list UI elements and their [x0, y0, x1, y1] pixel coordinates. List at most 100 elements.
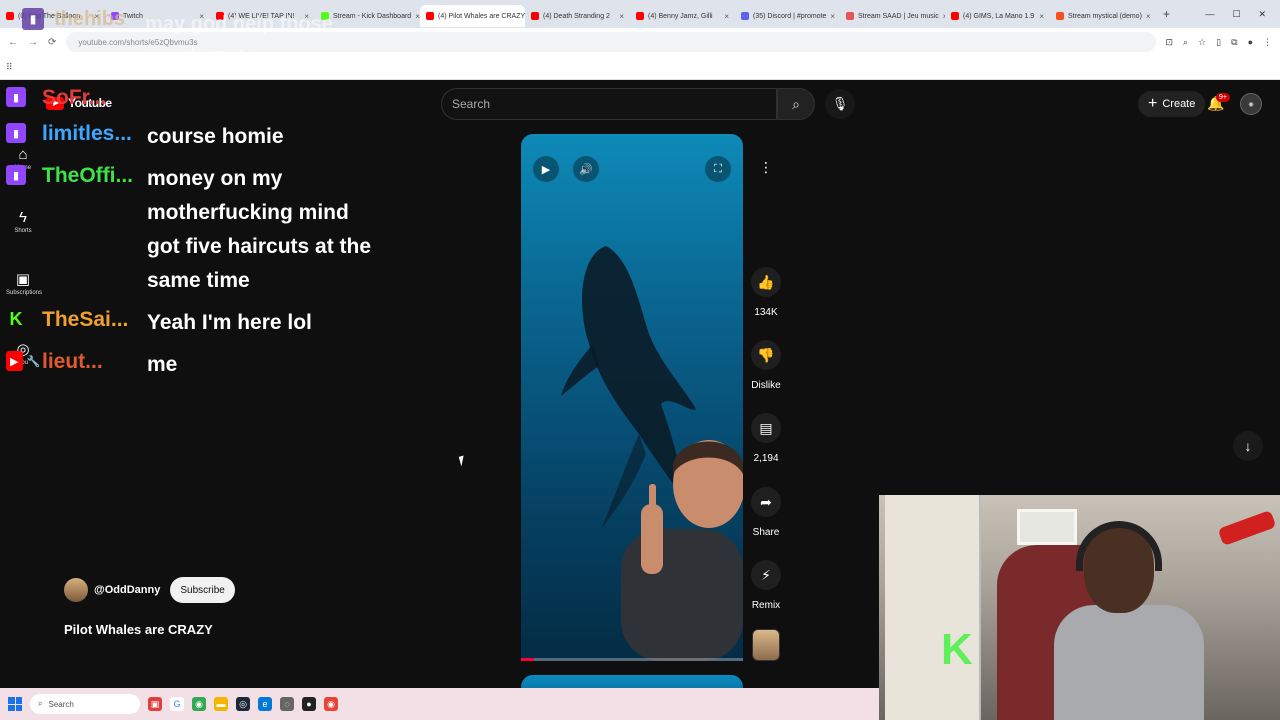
- twitch-badge-icon: ▮: [22, 8, 44, 30]
- account-avatar[interactable]: ◉: [1240, 93, 1262, 115]
- chat-text: Yeah I'm here lol: [147, 311, 312, 334]
- notification-count-badge: 9+: [1216, 93, 1230, 102]
- whale-illustration: [561, 246, 743, 661]
- webcam-feed: K: [879, 495, 1280, 720]
- chat-text: me: [147, 353, 178, 376]
- subscribe-button[interactable]: Subscribe: [170, 577, 235, 603]
- tab-label: (35) Discord | #promote: [753, 12, 827, 20]
- search-icon: ⌕: [38, 699, 43, 708]
- back-icon[interactable]: ←: [8, 37, 18, 48]
- edge-icon[interactable]: e: [258, 697, 272, 711]
- browser-tab[interactable]: (35) Discord | #promote ×: [735, 5, 840, 27]
- app-icon-gray[interactable]: ◌: [280, 697, 294, 711]
- chat-username: TheOffi...: [42, 164, 133, 187]
- remix-icon: ⚡: [751, 560, 781, 590]
- streamer: [1054, 521, 1204, 720]
- browser-tab[interactable]: (4) GIMS, La Mano 1.9 ×: [945, 5, 1050, 27]
- taskbar-search[interactable]: ⌕ Search: [30, 694, 140, 714]
- share-arrow-icon: ➦: [751, 487, 781, 517]
- comments-button[interactable]: ▤ 2,194: [751, 413, 781, 464]
- chat-text: course homie: [147, 125, 284, 148]
- chat-message: ▮ SoFr...: [6, 84, 386, 112]
- sidepanel-icon[interactable]: ▯: [1216, 37, 1221, 48]
- twitch-badge-icon: ▮: [6, 165, 26, 185]
- kick-logo-icon: K: [941, 625, 973, 674]
- microphone-arm: [1217, 509, 1277, 547]
- short-video-player[interactable]: ▶ 🔊 ⛶: [521, 134, 743, 661]
- window-controls: — ☐ ✕: [1205, 9, 1280, 20]
- profile-icon[interactable]: ●: [1248, 37, 1253, 48]
- tab-favicon-icon: [6, 12, 14, 20]
- new-tab-button[interactable]: +: [1155, 7, 1178, 21]
- overlay-message: may god help those psychopats: [145, 13, 333, 67]
- tab-close-icon[interactable]: ×: [1146, 12, 1151, 21]
- browser-tab[interactable]: (4) Pilot Whales are CRAZY×: [420, 5, 525, 27]
- chat-username: limitles...: [42, 122, 132, 145]
- steam-icon[interactable]: ◎: [236, 697, 250, 711]
- create-button[interactable]: + Create: [1138, 91, 1206, 117]
- overlay-top-message: ▮ thehibs may god help those psychopats: [22, 8, 365, 72]
- chrome-active-icon[interactable]: ◉: [324, 697, 338, 711]
- browser-tab[interactable]: Stream mystical (demo) ×: [1050, 5, 1155, 27]
- tab-label: Stream mystical (demo): [1068, 12, 1142, 20]
- play-button[interactable]: ▶: [533, 156, 559, 182]
- dislike-button[interactable]: 👎 Dislike: [751, 340, 781, 391]
- chat-username: lieut...: [42, 350, 103, 373]
- obs-icon[interactable]: ●: [302, 697, 316, 711]
- search-icon: ⌕: [792, 95, 800, 112]
- windows-taskbar: ⌕ Search ▣ G ◉ ▬ ◎ e ◌ ● ◉: [0, 688, 879, 720]
- google-icon[interactable]: G: [170, 697, 184, 711]
- search-button[interactable]: ⌕: [777, 88, 815, 120]
- search-input[interactable]: Search: [441, 88, 777, 120]
- sound-avatar[interactable]: [752, 629, 780, 661]
- video-title: Pilot Whales are CRAZY: [64, 622, 213, 637]
- plus-icon: +: [1148, 95, 1158, 112]
- menu-kebab-icon[interactable]: ⋮: [1263, 37, 1272, 48]
- wrench-badge-icon: 🔧: [26, 355, 41, 368]
- channel-name[interactable]: @OddDanny: [94, 584, 160, 596]
- close-window-icon[interactable]: ✕: [1258, 9, 1266, 20]
- fullscreen-button[interactable]: ⛶: [705, 156, 731, 182]
- tab-close-icon[interactable]: ×: [830, 12, 835, 21]
- voice-search-button[interactable]: 🎙: [825, 89, 855, 119]
- minimize-icon[interactable]: —: [1205, 9, 1214, 20]
- mouse-cursor: [458, 455, 467, 467]
- tab-close-icon[interactable]: ×: [1039, 12, 1044, 21]
- like-button[interactable]: 👍 134K: [751, 267, 781, 318]
- maximize-icon[interactable]: ☐: [1232, 9, 1240, 20]
- bookmark-star-icon[interactable]: ☆: [1198, 37, 1206, 48]
- tab-label: Stream SAAD | Jeu music: [858, 12, 939, 20]
- app-icon-red[interactable]: ▣: [148, 697, 162, 711]
- chrome-icon[interactable]: ◉: [192, 697, 206, 711]
- apps-grid-icon[interactable]: ⠿: [6, 62, 13, 72]
- channel-avatar[interactable]: [64, 578, 88, 602]
- thumbs-up-icon: 👍: [751, 267, 781, 297]
- remix-button[interactable]: ⚡ Remix: [751, 560, 781, 611]
- windows-start-icon[interactable]: [8, 697, 22, 711]
- volume-icon: 🔊: [579, 163, 593, 176]
- tab-favicon-icon: [426, 12, 434, 20]
- video-progress-bar[interactable]: [521, 658, 743, 661]
- more-options-button[interactable]: ⋮: [751, 152, 781, 192]
- install-icon[interactable]: ⊡: [1166, 37, 1174, 48]
- tab-close-icon[interactable]: ×: [619, 12, 624, 21]
- zoom-icon[interactable]: ⌕: [1183, 37, 1188, 48]
- browser-tab[interactable]: Stream SAAD | Jeu music×: [840, 5, 945, 27]
- kick-badge-icon: K: [6, 309, 26, 329]
- play-icon: ▶: [541, 163, 551, 176]
- browser-tab[interactable]: (4) Death Stranding 2 ×: [525, 5, 630, 27]
- tab-close-icon[interactable]: ×: [724, 12, 729, 21]
- browser-tab[interactable]: (4) Benny Jamz, Gilli ×: [630, 5, 735, 27]
- volume-button[interactable]: 🔊: [573, 156, 599, 182]
- next-video-button[interactable]: ↓: [1233, 431, 1263, 461]
- extensions-icon[interactable]: ⧉: [1231, 37, 1237, 48]
- chat-message: ▶ 🔧 lieut... me: [6, 348, 386, 382]
- arrow-down-icon: ↓: [1244, 438, 1252, 454]
- share-button[interactable]: ➦ Share: [751, 487, 781, 538]
- folder-icon[interactable]: ▬: [214, 697, 228, 711]
- tab-favicon-icon: [531, 12, 539, 20]
- tab-label: (4) Death Stranding 2: [543, 12, 610, 20]
- chat-message: ▮ TheOffi... money on my motherfucking min…: [6, 162, 386, 298]
- thumbs-down-icon: 👎: [751, 340, 781, 370]
- youtube-badge-icon: ▶: [6, 351, 23, 371]
